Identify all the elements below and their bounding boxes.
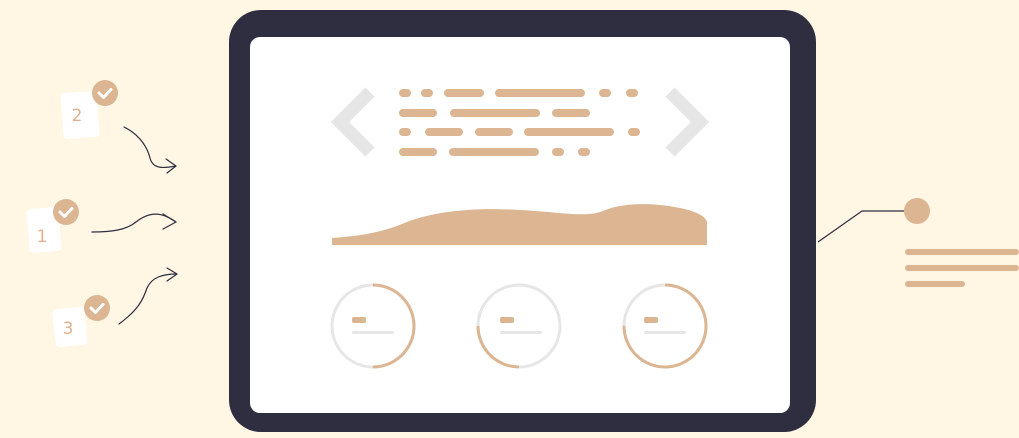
checklist-note-1: 1 (26, 199, 79, 253)
check-badge-icon (84, 295, 110, 321)
callout-line (817, 210, 904, 243)
check-badge-icon (92, 80, 118, 106)
checklist-note-3: 3 (52, 295, 110, 348)
callout-dot (904, 198, 930, 224)
illustration: 2 1 3 (26, 10, 1019, 432)
arrow-icon (123, 126, 177, 174)
callout (817, 198, 1019, 287)
arrow-icon (91, 213, 177, 233)
arrow-icon (118, 267, 178, 325)
check-badge-icon (53, 199, 79, 225)
note-number: 2 (72, 106, 83, 126)
note-number: 1 (37, 227, 48, 247)
note-number: 3 (63, 319, 74, 339)
checklist-note-2: 2 (60, 80, 118, 139)
callout-text-lines (905, 249, 1019, 287)
